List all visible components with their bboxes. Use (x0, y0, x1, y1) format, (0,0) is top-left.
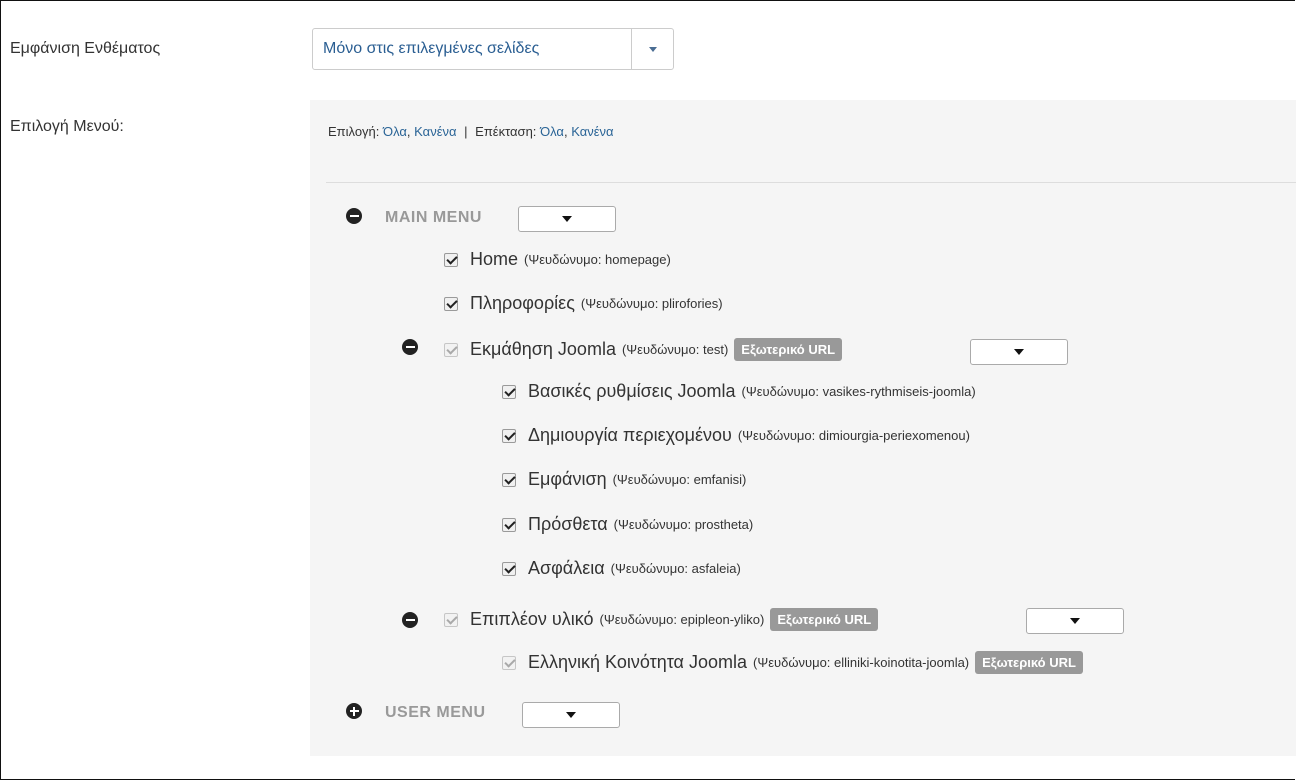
caret-down-icon (562, 216, 572, 222)
tree-item-plirofories: Πληροφορίες (Ψευδώνυμο: plirofories) (444, 293, 723, 314)
checkbox[interactable] (502, 517, 516, 532)
select-none-link[interactable]: Κανένα (414, 124, 456, 139)
tree-item-elliniki: Ελληνική Κοινότητα Joomla (Ψευδώνυμο: el… (502, 651, 1083, 674)
item-title: Home (470, 249, 519, 269)
item-alias: (Ψευδώνυμο: test) (621, 342, 729, 357)
select-all-link[interactable]: Όλα (383, 124, 407, 139)
select-label: Επιλογή: (328, 124, 380, 139)
comma: , (406, 124, 411, 139)
caret-down-icon (1070, 618, 1080, 624)
item-alias: (Ψευδώνυμο: dimiourgia-periexomenou) (737, 428, 970, 443)
tree-item-vasikes: Βασικές ρυθμίσεις Joomla (Ψευδώνυμο: vas… (502, 381, 976, 402)
checkbox[interactable] (502, 561, 516, 576)
checkbox[interactable] (502, 384, 516, 399)
caret-down-icon (1014, 349, 1024, 355)
menu-title-main: MAIN MENU (385, 209, 482, 226)
item-alias: (Ψευδώνυμο: epipleon-yliko) (599, 612, 765, 627)
expand-all-link[interactable]: Όλα (540, 124, 564, 139)
tree-item-asfaleia: Ασφάλεια (Ψευδώνυμο: asfaleia) (502, 558, 741, 579)
menu-options-dropdown[interactable] (518, 206, 616, 232)
checkbox (444, 342, 458, 357)
module-display-value: Μόνο στις επιλεγμένες σελίδες (323, 40, 540, 57)
item-title: Πρόσθετα (528, 514, 608, 534)
item-title: Πληροφορίες (470, 293, 575, 313)
menu-selection-label: Επιλογή Μενού: (10, 118, 124, 135)
expand-label: Επέκταση: (475, 124, 537, 139)
plus-circle-icon[interactable] (346, 703, 362, 719)
tree-item-epipleon: Επιπλέον υλικό (Ψευδώνυμο: epipleon-ylik… (444, 608, 879, 631)
external-url-badge: Εξωτερικό URL (770, 608, 879, 631)
checkbox[interactable] (502, 428, 516, 443)
select-toggle[interactable] (632, 46, 673, 52)
item-alias: (Ψευδώνυμο: asfaleia) (610, 561, 741, 576)
item-options-dropdown[interactable] (1026, 608, 1124, 634)
external-url-badge: Εξωτερικό URL (975, 651, 1083, 674)
item-alias: (Ψευδώνυμο: plirofories) (580, 296, 723, 311)
checkbox (502, 655, 516, 670)
minus-circle-icon[interactable] (402, 339, 418, 355)
checkbox (444, 612, 458, 627)
tree-item-ekmathisi: Εκμάθηση Joomla (Ψευδώνυμο: test) Εξωτερ… (444, 338, 843, 361)
menu-options-dropdown[interactable] (522, 702, 620, 728)
checkbox[interactable] (502, 472, 516, 487)
expand-none-link[interactable]: Κανένα (571, 124, 613, 139)
module-display-select[interactable]: Μόνο στις επιλεγμένες σελίδες (312, 28, 674, 70)
item-title: Ασφάλεια (528, 558, 605, 578)
module-display-label: Εμφάνιση Ενθέματος (10, 40, 161, 57)
external-url-badge: Εξωτερικό URL (734, 338, 843, 361)
caret-down-icon (566, 712, 576, 718)
item-title: Επιπλέον υλικό (470, 609, 594, 629)
item-title: Εκμάθηση Joomla (470, 339, 616, 359)
item-title: Ελληνική Κοινότητα Joomla (528, 652, 747, 672)
minus-circle-icon[interactable] (346, 208, 362, 224)
menu-title-user: USER MENU (385, 704, 486, 721)
tree-item-home: Home (Ψευδώνυμο: homepage) (444, 249, 671, 270)
item-alias: (Ψευδώνυμο: emfanisi) (612, 472, 747, 487)
item-title: Βασικές ρυθμίσεις Joomla (528, 381, 736, 401)
checkbox[interactable] (444, 296, 458, 311)
tree-item-emfanisi: Εμφάνιση (Ψευδώνυμο: emfanisi) (502, 469, 746, 490)
item-alias: (Ψευδώνυμο: elliniki-koinotita-joomla) (753, 655, 970, 670)
checkbox[interactable] (444, 252, 458, 267)
tree-item-prostheta: Πρόσθετα (Ψευδώνυμο: prostheta) (502, 514, 753, 535)
item-alias: (Ψευδώνυμο: vasikes-rythmiseis-joomla) (741, 384, 976, 399)
item-title: Δημιουργία περιεχομένου (528, 425, 732, 445)
toolbar-divider (326, 182, 1296, 183)
tree-toolbar: Επιλογή: Όλα, Κανένα | Επέκταση: Όλα, Κα… (328, 124, 614, 139)
tree-item-dimiourgia: Δημιουργία περιεχομένου (Ψευδώνυμο: dimi… (502, 425, 970, 446)
toolbar-separator: | (464, 124, 468, 139)
item-options-dropdown[interactable] (970, 339, 1068, 365)
caret-down-icon (648, 46, 657, 52)
item-title: Εμφάνιση (528, 469, 607, 489)
item-alias: (Ψευδώνυμο: prostheta) (613, 517, 754, 532)
comma: , (563, 124, 568, 139)
item-alias: (Ψευδώνυμο: homepage) (524, 252, 671, 267)
minus-circle-icon[interactable] (402, 612, 418, 628)
